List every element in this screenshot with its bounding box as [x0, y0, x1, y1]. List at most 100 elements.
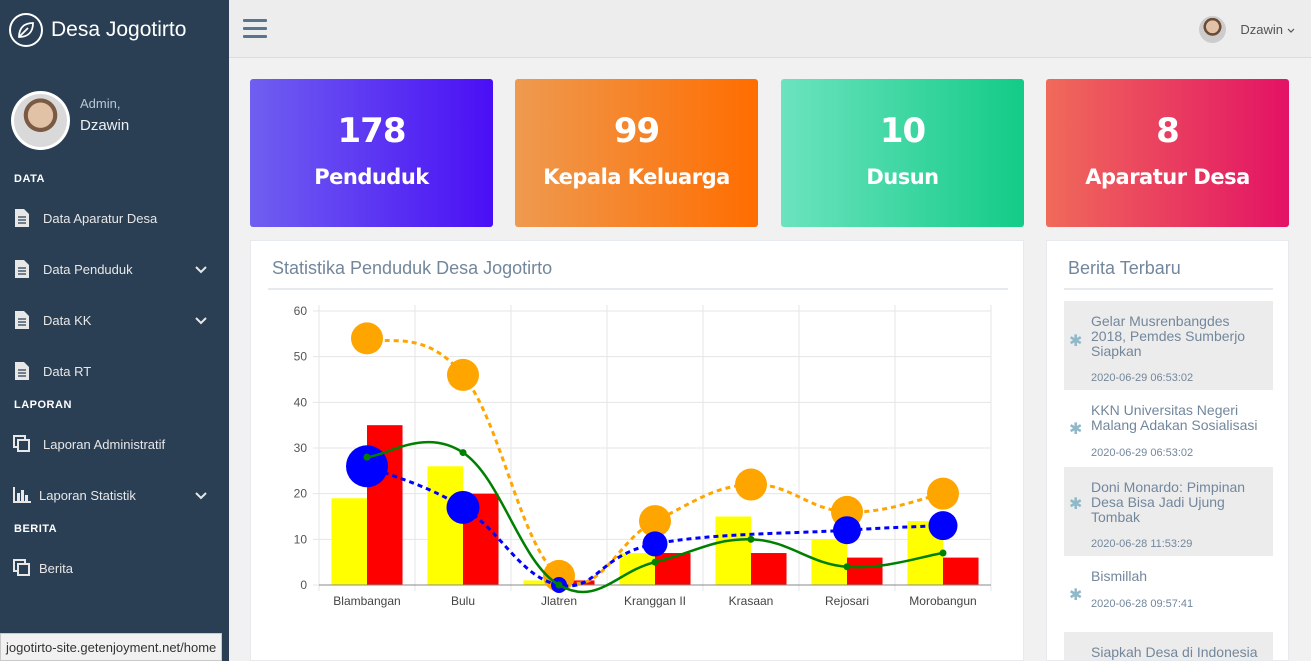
sidebar-item-data-penduduk[interactable]: Data Penduduk — [0, 252, 229, 286]
file-icon — [13, 311, 31, 329]
avatar — [11, 90, 70, 150]
sidebar-item-data-kk[interactable]: Data KK — [0, 303, 229, 337]
stat-tile-dusun: 10 Dusun — [781, 79, 1024, 227]
series-point — [446, 490, 480, 524]
sidebar: Desa Jogotirto Admin, Dzawin DATA Data A… — [0, 0, 229, 661]
news-item[interactable]: ✱ Doni Monardo: Pimpinan Desa Bisa Jadi … — [1064, 467, 1273, 556]
chevron-down-icon — [1287, 22, 1295, 37]
series-point — [927, 477, 959, 510]
menu-toggle-icon[interactable] — [243, 19, 267, 39]
x-tick-label: Kranggan II — [624, 594, 686, 608]
sidebar-item-berita[interactable]: Berita — [0, 551, 229, 585]
stat-label: Aparatur Desa — [1085, 165, 1250, 189]
news-date: 2020-06-28 09:57:41 — [1091, 598, 1194, 610]
sidebar-item-laporan-statistik[interactable]: Laporan Statistik — [0, 478, 229, 512]
y-tick-label: 30 — [294, 441, 308, 455]
series-point — [459, 449, 467, 457]
series-point — [939, 549, 947, 557]
series-point — [843, 563, 851, 571]
series-point — [351, 322, 383, 355]
bar — [331, 498, 367, 585]
x-tick-label: Krasaan — [729, 594, 774, 608]
news-date: 2020-06-29 06:53:02 — [1091, 447, 1194, 459]
stat-label: Dusun — [866, 165, 939, 189]
sidebar-item-label: Laporan Statistik — [39, 487, 136, 503]
bar — [811, 539, 847, 585]
file-icon — [13, 260, 31, 278]
news-panel-title: Berita Terbaru — [1068, 258, 1181, 278]
x-tick-label: Morobangun — [909, 594, 976, 608]
news-item[interactable]: ✱ Bismillah 2020-06-28 09:57:41 — [1064, 558, 1273, 629]
news-title[interactable]: Gelar Musrenbangdes 2018, Pemdes Sumberj… — [1091, 314, 1267, 359]
y-tick-label: 60 — [294, 304, 308, 318]
news-item[interactable]: Siapkah Desa di Indonesia — [1064, 632, 1273, 660]
app-title: Desa Jogotirto — [51, 18, 187, 41]
bar — [943, 557, 979, 585]
series-point — [747, 535, 755, 543]
news-title[interactable]: KKN Universitas Negeri Malang Adakan Sos… — [1091, 403, 1267, 433]
news-date: 2020-06-28 11:53:29 — [1091, 538, 1193, 550]
stat-value: 99 — [613, 111, 660, 151]
series-point — [833, 516, 861, 545]
y-tick-label: 20 — [294, 487, 308, 501]
news-title[interactable]: Bismillah — [1091, 569, 1267, 584]
y-tick-label: 10 — [294, 532, 308, 546]
sidebar-item-label: Data KK — [43, 312, 92, 328]
series-point — [555, 581, 563, 589]
chevron-down-icon — [195, 313, 207, 328]
stat-tile-aparatur-desa: 8 Aparatur Desa — [1046, 79, 1289, 227]
section-title-laporan: LAPORAN — [14, 399, 72, 411]
x-tick-label: Jlatren — [541, 594, 577, 608]
x-tick-label: Rejosari — [825, 594, 869, 608]
file-icon — [13, 209, 31, 227]
user-name: Dzawin — [1240, 22, 1283, 37]
news-panel: Berita Terbaru ✱ Gelar Musrenbangdes 201… — [1046, 240, 1289, 661]
user-menu[interactable]: Dzawin — [1199, 16, 1295, 43]
sidebar-item-data-rt[interactable]: Data RT — [0, 354, 229, 388]
x-tick-label: Blambangan — [333, 594, 400, 608]
browser-status-url: jogotirto-site.getenjoyment.net/home — [0, 633, 223, 661]
series-point — [363, 453, 371, 461]
series-point — [928, 511, 958, 541]
profile-welcome: Admin, — [80, 96, 121, 111]
news-title[interactable]: Doni Monardo: Pimpinan Desa Bisa Jadi Uj… — [1091, 480, 1267, 525]
profile-name: Dzawin — [80, 117, 130, 134]
stat-value: 10 — [879, 111, 926, 151]
sidebar-item-laporan-administratif[interactable]: Laporan Administratif — [0, 427, 229, 461]
sidebar-item-label: Data Aparatur Desa — [43, 210, 158, 226]
sidebar-item-label: Berita — [39, 560, 73, 576]
news-item[interactable]: ✱ KKN Universitas Negeri Malang Adakan S… — [1064, 392, 1273, 465]
series-point — [651, 558, 659, 566]
bar — [427, 466, 463, 585]
section-title-data: DATA — [14, 173, 45, 185]
sidebar-item-label: Laporan Administratif — [43, 436, 166, 452]
bar — [715, 516, 751, 585]
sidebar-item-data-aparatur-desa[interactable]: Data Aparatur Desa — [0, 201, 229, 235]
series-point — [642, 531, 668, 557]
population-chart: 0 10 20 30 40 50 60 Blambangan Bulu Jlatren Krangg… — [294, 304, 992, 608]
stat-label: Penduduk — [314, 165, 429, 189]
x-tick-label: Bulu — [451, 594, 475, 608]
chart-panel-title: Statistika Penduduk Desa Jogotirto — [272, 258, 553, 278]
news-item[interactable]: ✱ Gelar Musrenbangdes 2018, Pemdes Sumbe… — [1064, 301, 1273, 390]
stat-label: Kepala Keluarga — [543, 165, 730, 189]
y-tick-label: 40 — [294, 395, 308, 409]
chevron-down-icon — [195, 262, 207, 277]
news-title[interactable]: Siapkah Desa di Indonesia — [1091, 645, 1267, 660]
series-point — [447, 358, 479, 391]
chevron-down-icon — [195, 488, 207, 503]
copy-icon — [13, 435, 31, 453]
stat-value: 178 — [337, 111, 407, 151]
top-navbar: Dzawin — [229, 0, 1311, 58]
asterisk-icon: ✱ — [1069, 333, 1083, 350]
brand[interactable]: Desa Jogotirto — [0, 0, 229, 60]
y-tick-label: 50 — [294, 350, 308, 364]
series-point — [735, 468, 767, 501]
section-title-berita: BERITA — [14, 523, 58, 535]
leaf-icon — [9, 13, 43, 47]
bar — [847, 557, 883, 585]
stat-tile-kepala-keluarga: 99 Kepala Keluarga — [515, 79, 758, 227]
profile: Admin, Dzawin — [0, 60, 229, 162]
asterisk-icon: ✱ — [1069, 496, 1083, 513]
copy-icon — [13, 559, 31, 577]
